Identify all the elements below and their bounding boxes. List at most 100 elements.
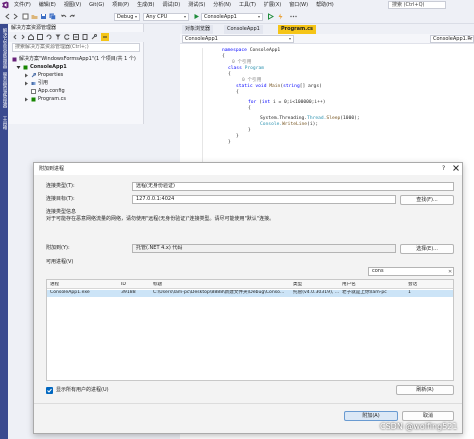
solution-explorer-title: 解决方案资源管理器 (11, 25, 57, 31)
tree-item-project[interactable]: ConsoleApp1 (16, 64, 67, 71)
switch-views-icon[interactable] (37, 34, 43, 40)
refresh-icon[interactable] (64, 34, 70, 40)
solution-explorer-search-input[interactable]: 搜索解决方案资源管理器(Ctrl+;) (12, 43, 140, 52)
connection-target-label: 连接目标(T): (46, 196, 75, 202)
column-header-id[interactable]: ID (121, 282, 151, 288)
forward-icon[interactable] (12, 13, 19, 20)
cell-username: 老子就是上你\lam-pc (342, 290, 387, 295)
home-icon[interactable] (28, 34, 34, 40)
sync-icon[interactable] (46, 34, 52, 40)
help-icon[interactable]: ? (442, 165, 445, 172)
new-item-icon[interactable] (22, 13, 29, 20)
watermark: CSDN @wolfing521 (380, 422, 458, 431)
close-icon[interactable] (453, 165, 459, 171)
undo-icon[interactable] (60, 13, 67, 20)
code-line: { (222, 54, 225, 59)
process-filter-input[interactable]: cons (368, 267, 454, 276)
tree-item-app-config[interactable]: App.config (31, 88, 65, 95)
solution-configuration-select[interactable]: Debug (114, 13, 140, 21)
save-all-icon[interactable] (49, 13, 56, 20)
tree-item-properties[interactable]: Properties (24, 72, 63, 79)
tree-item-label: App.config (38, 88, 65, 94)
menu-window[interactable]: 窗口(W) (285, 0, 312, 10)
type-nav-select[interactable]: ConsoleApp1.Pr (430, 35, 474, 43)
tab-program-cs[interactable]: Program.cs (278, 25, 317, 34)
find-button[interactable]: 查找(F)... (400, 195, 454, 205)
left-tool-strip: 解决方案资源管理器 服务器资源管理器 工具箱 (0, 24, 8, 439)
save-icon[interactable] (40, 13, 47, 20)
table-row[interactable]: ConsoleApp1.exe 39188 C:\Users\lam-pc\De… (47, 290, 453, 297)
code-line: } (248, 128, 251, 133)
tree-item-solution[interactable]: 解决方案"WindowsFormsApp1"(1 个项目/共 1 个) (12, 56, 136, 63)
tree-item-references[interactable]: 引用 (24, 80, 48, 87)
visual-studio-logo-icon (0, 0, 10, 10)
menu-edit[interactable]: 编辑(E) (35, 0, 60, 10)
vtab-server-explorer[interactable]: 服务器资源管理器 (1, 72, 7, 108)
show-all-users-checkbox[interactable] (46, 387, 53, 394)
menu-help[interactable]: 帮助(H) (312, 0, 338, 10)
collapsed-arrow-icon[interactable] (24, 73, 29, 78)
menu-extensions[interactable]: 扩展(X) (260, 0, 285, 10)
code-line: namespace ConsoleApp1 (222, 48, 281, 53)
collapsed-arrow-icon[interactable] (24, 97, 29, 102)
column-header-process[interactable]: 进程 (50, 282, 110, 288)
cell-title: C:\Users\lam-pc\Desktop\8888\新建文件夹\Debug… (153, 290, 285, 295)
back-icon[interactable] (12, 34, 18, 40)
refresh-button[interactable]: 刷新(R) (396, 385, 454, 395)
collapse-all-icon[interactable] (73, 34, 79, 40)
hot-reload-icon[interactable] (277, 13, 284, 20)
menu-project[interactable]: 项目(P) (108, 0, 133, 10)
code-line: { (248, 106, 251, 111)
project-nav-select[interactable]: ConsoleApp1 (182, 35, 294, 43)
code-line: } (236, 134, 239, 139)
attach-button[interactable]: 附加(A) (344, 411, 398, 421)
editor-tab-strip: 对象浏览器 ConsoleApp1 Program.cs (180, 24, 474, 34)
menu-test[interactable]: 测试(S) (184, 0, 209, 10)
menu-git[interactable]: Git(G) (85, 0, 108, 10)
redo-icon[interactable] (69, 13, 76, 20)
tab-object-browser[interactable]: 对象浏览器 (182, 25, 214, 34)
back-icon[interactable] (4, 13, 11, 20)
main-toolbar: Debug Any CPU ConsoleApp1 (0, 10, 474, 24)
pending-changes-filter-icon[interactable] (55, 34, 61, 40)
start-icon[interactable] (193, 13, 200, 20)
code-line: { (236, 90, 239, 95)
available-processes-label: 可用进程(V) (46, 259, 74, 265)
expand-arrow-icon[interactable] (16, 65, 21, 70)
select-button[interactable]: 选择(E)... (400, 244, 454, 254)
connection-type-select[interactable]: 远程(无身份验证) (132, 182, 454, 191)
connection-target-input[interactable]: 127.0.0.1:4024 (132, 195, 396, 204)
column-header-username[interactable]: 用户名 (342, 282, 382, 288)
menu-file[interactable]: 文件(F) (10, 0, 35, 10)
column-header-title[interactable]: 标题 (153, 282, 263, 288)
properties-icon[interactable] (91, 34, 97, 40)
menu-analyze[interactable]: 分析(N) (209, 0, 235, 10)
global-search-input[interactable]: 搜索 (Ctrl+Q) (388, 1, 446, 9)
menu-view[interactable]: 视图(V) (60, 0, 85, 10)
menu-tools[interactable]: 工具(T) (235, 0, 260, 10)
startup-project-select[interactable]: ConsoleApp1 (201, 13, 263, 21)
vtab-solution-explorer[interactable]: 解决方案资源管理器 (1, 28, 7, 69)
cancel-button[interactable]: 取消 (402, 411, 454, 421)
show-all-files-icon[interactable] (82, 34, 88, 40)
editor-navigation-bar: ConsoleApp1 ConsoleApp1.Pr (180, 34, 474, 44)
start-without-debugging-icon[interactable] (267, 13, 274, 20)
open-folder-icon[interactable] (31, 13, 38, 20)
menu-debug[interactable]: 调试(D) (158, 0, 184, 10)
solution-platform-select[interactable]: Any CPU (143, 13, 189, 21)
tree-item-label: Properties (38, 72, 64, 78)
clear-filter-icon[interactable]: ✕ (448, 269, 452, 275)
column-header-session[interactable]: 会话 (408, 282, 428, 288)
forward-icon[interactable] (20, 34, 26, 40)
column-header-type[interactable]: 类型 (293, 282, 333, 288)
menu-build[interactable]: 生成(B) (133, 0, 158, 10)
show-all-users-label: 显示所有用户的进程(U) (56, 387, 109, 393)
tree-item-label: 引用 (38, 80, 49, 86)
toolbar-overflow-icon[interactable] (290, 13, 297, 20)
solution-explorer-panel: 解决方案资源管理器 搜索解决方案资源管理器(Ctrl+;) 解决方案"Windo… (8, 24, 144, 124)
collapsed-arrow-icon[interactable] (24, 81, 29, 86)
tab-consoleapp1[interactable]: ConsoleApp1 (224, 25, 263, 34)
vtab-toolbox[interactable]: 工具箱 (1, 116, 7, 130)
tree-item-program-cs[interactable]: Program.cs (24, 96, 66, 103)
preview-selected-items-icon[interactable] (101, 33, 109, 41)
